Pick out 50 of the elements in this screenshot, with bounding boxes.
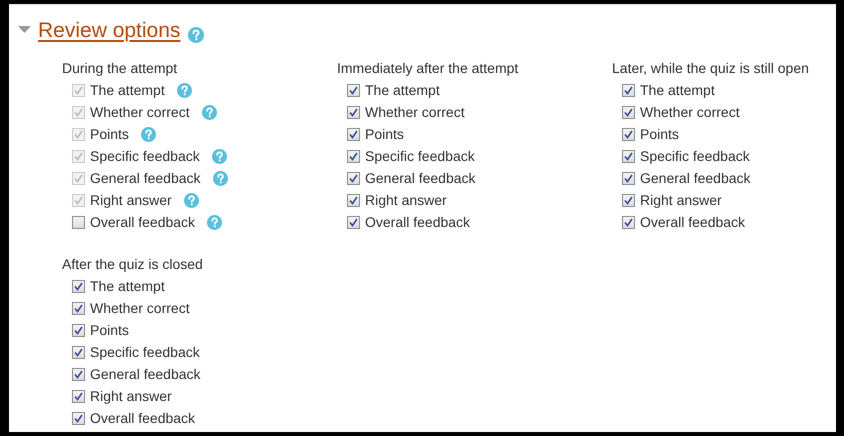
checkbox-label[interactable]: Right answer xyxy=(90,388,172,404)
checkbox[interactable] xyxy=(72,216,85,228)
checkbox-label[interactable]: The attempt xyxy=(640,82,715,98)
checkbox[interactable] xyxy=(72,280,85,292)
checkbox-label[interactable]: Specific feedback xyxy=(90,344,200,360)
checkbox[interactable] xyxy=(72,412,85,424)
checkbox-label[interactable]: Overall feedback xyxy=(640,214,746,230)
checkbox[interactable] xyxy=(622,150,635,162)
checkbox[interactable] xyxy=(622,194,635,206)
checkbox-label[interactable]: The attempt xyxy=(90,278,165,294)
checkbox[interactable] xyxy=(622,216,635,228)
checkbox-label[interactable]: Overall feedback xyxy=(90,214,196,230)
checkbox[interactable] xyxy=(347,194,360,206)
checkbox-label[interactable]: Points xyxy=(365,126,404,142)
checkbox[interactable] xyxy=(72,302,85,314)
checkbox-label[interactable]: Points xyxy=(90,322,129,338)
checkbox[interactable] xyxy=(347,84,360,96)
checkbox[interactable] xyxy=(347,172,360,184)
checkbox[interactable] xyxy=(347,150,360,162)
checkbox-label[interactable]: Right answer xyxy=(365,192,447,208)
checkbox-label[interactable]: Right answer xyxy=(640,192,722,208)
group-title: Immediately after the attempt xyxy=(337,59,520,78)
checkbox-label[interactable]: Whether correct xyxy=(365,104,465,120)
checkbox[interactable] xyxy=(72,346,85,358)
checkbox[interactable] xyxy=(622,84,635,96)
section-title-link[interactable]: Review options xyxy=(38,19,180,43)
checkbox[interactable] xyxy=(347,128,360,140)
checkbox-label[interactable]: Points xyxy=(640,126,679,142)
checkbox-label[interactable]: Specific feedback xyxy=(640,148,750,164)
group-title: Later, while the quiz is still open xyxy=(612,59,810,78)
group-title: During the attempt xyxy=(62,59,178,78)
checkbox[interactable] xyxy=(72,324,85,336)
checkbox[interactable] xyxy=(72,368,85,380)
checkbox[interactable] xyxy=(347,106,360,118)
collapse-triangle-icon[interactable] xyxy=(18,26,31,34)
checkbox-label[interactable]: Specific feedback xyxy=(365,148,475,164)
group-title: After the quiz is closed xyxy=(62,255,204,274)
checkbox[interactable] xyxy=(622,128,635,140)
checkbox-label[interactable]: Overall feedback xyxy=(365,214,470,230)
checkbox[interactable] xyxy=(347,216,360,228)
checkbox[interactable] xyxy=(622,106,635,118)
checkbox-label[interactable]: The attempt xyxy=(365,82,440,98)
checkbox-label[interactable]: General feedback xyxy=(640,170,751,186)
checkbox-label[interactable]: Overall feedback xyxy=(90,410,196,426)
checkbox-label[interactable]: General feedback xyxy=(90,366,201,382)
checkbox-label[interactable]: General feedback xyxy=(365,170,476,186)
checkbox-label[interactable]: Whether correct xyxy=(90,300,190,316)
checkbox[interactable] xyxy=(622,172,635,184)
checkbox[interactable] xyxy=(72,390,85,402)
checkbox-label[interactable]: Whether correct xyxy=(640,104,740,120)
